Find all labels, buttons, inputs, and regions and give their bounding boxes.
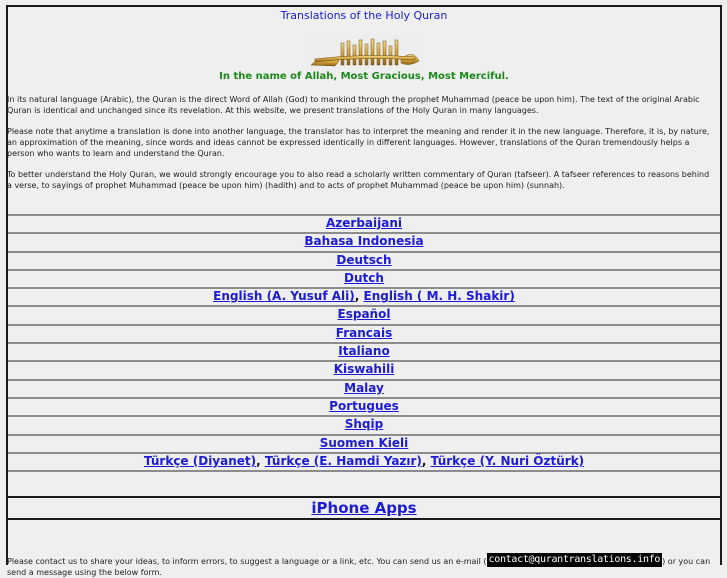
- language-link[interactable]: Azerbaijani: [326, 216, 402, 230]
- language-link[interactable]: Deutsch: [336, 253, 391, 267]
- page-frame: Translations of the Holy Quran In the na…: [6, 5, 722, 577]
- language-list: Azerbaijani Bahasa Indonesia Deutsch Dutch E…: [8, 214, 720, 473]
- language-link[interactable]: Türkçe (E. Hamdi Yazır): [265, 454, 422, 468]
- intro-paragraph: To better understand the Holy Quran, we …: [7, 170, 710, 190]
- contact-text-before: Please contact us to share your ideas, t…: [7, 557, 487, 567]
- bismillah-subtitle: In the name of Allah, Most Gracious, Mos…: [219, 71, 509, 82]
- language-link[interactable]: Malay: [344, 381, 384, 395]
- language-row: Francais: [8, 323, 720, 342]
- intro-paragraph: Please note that anytime a translation i…: [7, 127, 710, 158]
- language-link[interactable]: Portugues: [329, 399, 399, 413]
- contact-text: Please contact us to share your ideas, t…: [7, 520, 720, 578]
- language-row: Malay: [8, 378, 720, 397]
- language-link[interactable]: Español: [338, 307, 391, 321]
- language-link[interactable]: Dutch: [344, 271, 384, 285]
- header-section: Translations of the Holy Quran In the na…: [7, 7, 720, 214]
- language-row: Suomen Kieli: [8, 433, 720, 452]
- language-link[interactable]: Türkçe (Y. Nuri Öztürk): [431, 454, 584, 468]
- intro-text: In its natural language (Arabic), the Qu…: [7, 94, 720, 191]
- language-link[interactable]: Shqip: [345, 417, 383, 431]
- language-link[interactable]: Francais: [336, 326, 392, 340]
- language-row: Portugues: [8, 396, 720, 415]
- language-row: Kiswahili: [8, 360, 720, 378]
- bismillah-calligraphy-image: [305, 35, 423, 71]
- language-row: English (A. Yusuf Ali), English ( M. H. …: [8, 287, 720, 305]
- link-separator: ,: [354, 289, 364, 304]
- language-row: Bahasa Indonesia: [8, 232, 720, 250]
- language-link[interactable]: English (A. Yusuf Ali): [213, 289, 355, 303]
- language-row: Shqip: [8, 415, 720, 433]
- language-row: Türkçe (Diyanet), Türkçe (E. Hamdi Yazır…: [8, 451, 720, 473]
- language-link[interactable]: Italiano: [338, 344, 389, 358]
- language-row: Italiano: [8, 342, 720, 360]
- language-link[interactable]: Suomen Kieli: [320, 436, 409, 450]
- language-row: Deutsch: [8, 250, 720, 269]
- iphone-apps-link[interactable]: iPhone Apps: [311, 499, 416, 517]
- intro-paragraph: In its natural language (Arabic), the Qu…: [7, 95, 700, 115]
- language-row: Español: [8, 305, 720, 323]
- language-link[interactable]: Türkçe (Diyanet): [144, 454, 256, 468]
- contact-email-image: contact@qurantranslations.info: [486, 553, 663, 568]
- link-separator: ,: [256, 453, 265, 468]
- language-row: Azerbaijani: [8, 214, 720, 232]
- iphone-apps-row: iPhone Apps: [8, 496, 720, 521]
- language-link[interactable]: Kiswahili: [334, 362, 395, 376]
- language-row: Dutch: [8, 268, 720, 287]
- language-link[interactable]: English ( M. H. Shakir): [364, 289, 515, 303]
- site-title: Translations of the Holy Quran: [280, 9, 448, 22]
- link-separator: ,: [421, 453, 431, 468]
- language-link[interactable]: Bahasa Indonesia: [304, 234, 423, 248]
